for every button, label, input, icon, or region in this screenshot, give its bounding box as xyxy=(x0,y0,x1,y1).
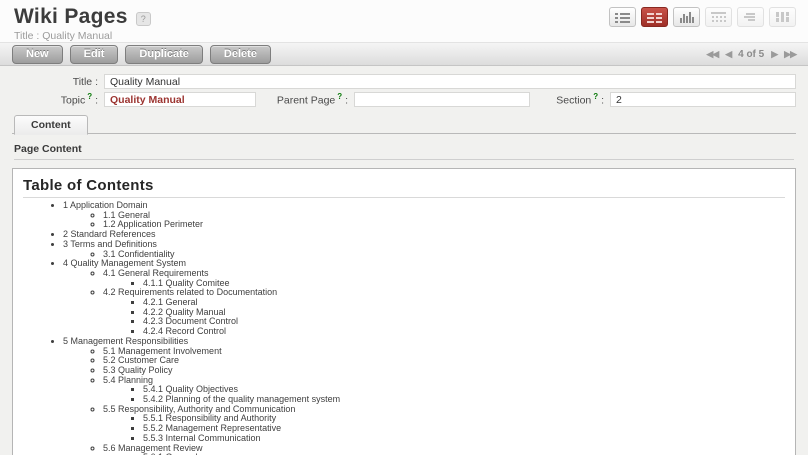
toc-item: 5.2 Customer Care xyxy=(103,356,785,366)
edit-button[interactable]: Edit xyxy=(70,45,119,64)
pager-next-button[interactable]: ▶ xyxy=(771,49,777,60)
view-switcher xyxy=(609,7,796,27)
graph-view-icon[interactable] xyxy=(673,7,700,27)
toc-item: 1 Application Domain xyxy=(63,201,785,211)
page-content-label: Page Content xyxy=(14,143,794,160)
kanban-view-icon xyxy=(769,7,796,27)
title-field-row: Title : xyxy=(12,74,796,89)
duplicate-button[interactable]: Duplicate xyxy=(125,45,203,64)
topic-field-label: Topic? : xyxy=(12,92,104,107)
header: Wiki Pages ? Title : Quality Manual xyxy=(0,0,808,42)
form-area: Title : Topic? : Parent Page? : Section?… xyxy=(0,66,808,455)
new-button[interactable]: New xyxy=(12,45,63,64)
parent-page-field[interactable] xyxy=(354,92,530,107)
tab-content[interactable]: Content xyxy=(14,115,88,135)
topic-help-icon: ? xyxy=(87,92,92,101)
toc-item: 5.1 Management Involvement xyxy=(103,347,785,357)
toc-item: 1.2 Application Perimeter xyxy=(103,220,785,230)
pager-first-button[interactable]: ◀◀ xyxy=(706,49,718,60)
table-of-contents: 1 Application Domain1.1 General1.2 Appli… xyxy=(23,201,785,455)
parent-page-help-icon: ? xyxy=(337,92,342,101)
toolbar: New Edit Duplicate Delete ◀◀ ◀ 4 of 5 ▶ ▶▶ xyxy=(0,42,808,66)
toc-item: 4.2.4 Record Control xyxy=(143,327,785,337)
list-view-icon[interactable] xyxy=(609,7,636,27)
toc-item: 3.1 Confidentiality xyxy=(103,250,785,260)
pager: ◀◀ ◀ 4 of 5 ▶ ▶▶ xyxy=(706,49,796,60)
second-field-row: Topic? : Parent Page? : Section? : xyxy=(12,92,796,107)
toc-heading: Table of Contents xyxy=(23,177,785,198)
gantt-view-icon xyxy=(737,7,764,27)
pager-last-button[interactable]: ▶▶ xyxy=(784,49,796,60)
wiki-pages-screen: Wiki Pages ? Title : Quality Manual New E… xyxy=(0,0,808,455)
title-field-label: Title : xyxy=(12,76,104,88)
toc-item: 4.2.3 Document Control xyxy=(143,317,785,327)
topic-field[interactable] xyxy=(104,92,256,107)
page-title: Wiki Pages xyxy=(14,5,128,29)
toc-item: 4.2 Requirements related to Documentatio… xyxy=(103,288,785,298)
section-field-label: Section? : xyxy=(530,92,610,107)
toc-item: 4.2.2 Quality Manual xyxy=(143,308,785,318)
delete-button[interactable]: Delete xyxy=(210,45,271,64)
calendar-view-icon xyxy=(705,7,732,27)
toc-item: 5.3 Quality Policy xyxy=(103,366,785,376)
title-field[interactable] xyxy=(104,74,796,89)
toc-item: 1.1 General xyxy=(103,211,785,221)
section-help-icon: ? xyxy=(593,92,598,101)
section-field[interactable] xyxy=(610,92,796,107)
toc-item: 5.5.3 Internal Communication xyxy=(143,434,785,444)
toolbar-buttons: New Edit Duplicate Delete xyxy=(12,45,271,64)
page-content-box: Table of Contents 1 Application Domain1.… xyxy=(12,168,796,455)
toc-item: 4.2.1 General xyxy=(143,298,785,308)
pager-prev-button[interactable]: ◀ xyxy=(725,49,731,60)
tab-strip: Content xyxy=(12,114,796,134)
record-subtitle: Title : Quality Manual xyxy=(14,30,796,42)
pager-label: 4 of 5 xyxy=(738,49,764,60)
toc-item: 5.6 Management Review xyxy=(103,444,785,454)
toc-item: 2 Standard References xyxy=(63,230,785,240)
parent-page-field-label: Parent Page? : xyxy=(256,92,354,107)
form-view-icon[interactable] xyxy=(641,7,668,27)
help-icon[interactable]: ? xyxy=(136,12,151,26)
